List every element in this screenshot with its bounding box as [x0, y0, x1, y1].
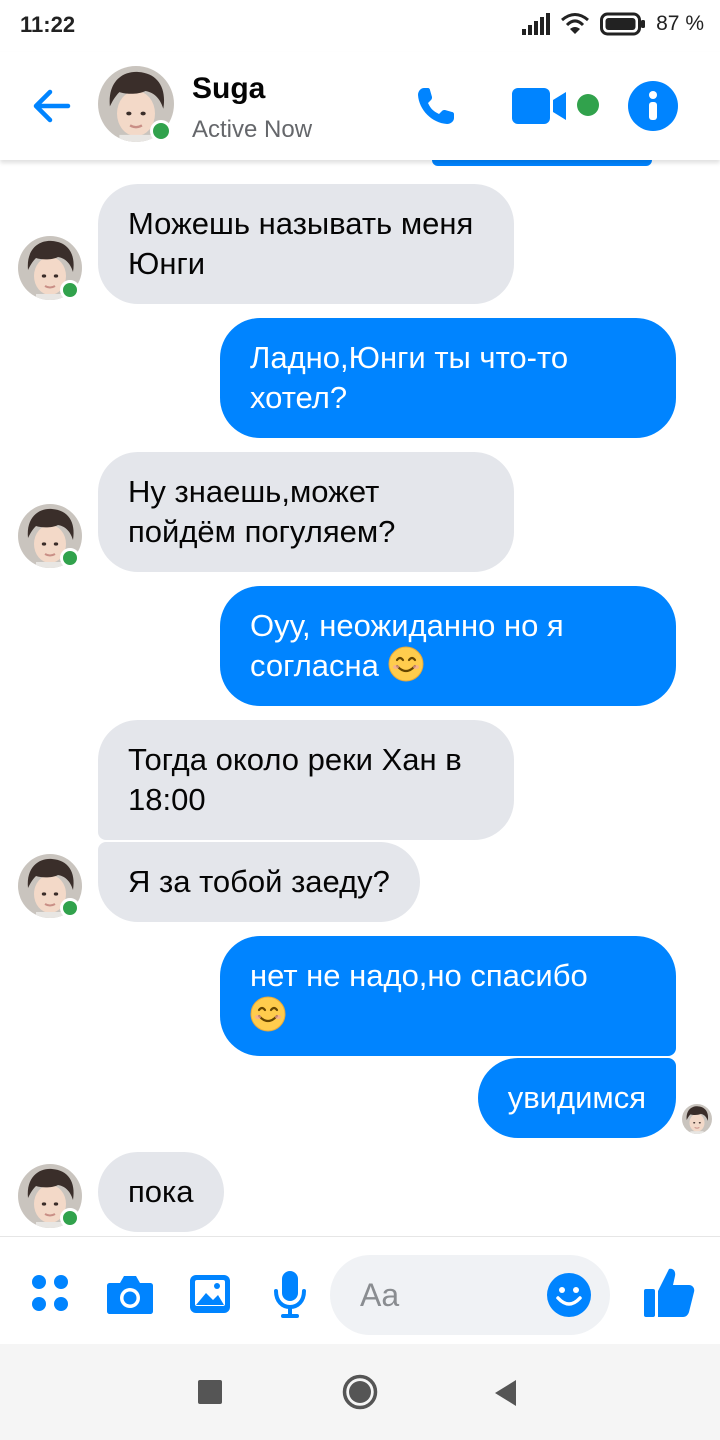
status-time: 11:22 [20, 12, 76, 37]
smiling-face-emoji [250, 996, 286, 1032]
message-input[interactable]: Aa [330, 1255, 610, 1335]
outgoing-message[interactable]: Оуу, неожиданно но я согласна [220, 586, 676, 706]
online-indicator [60, 898, 80, 918]
phone-icon[interactable] [412, 82, 460, 130]
back-triangle-icon[interactable] [494, 1380, 518, 1406]
gallery-icon[interactable] [188, 1273, 232, 1315]
home-circle-icon[interactable] [342, 1374, 378, 1410]
message-text: нет не надо,но спасибо [250, 958, 588, 993]
status-icons: 87 % [522, 12, 704, 36]
info-icon[interactable] [628, 81, 678, 131]
incoming-message[interactable]: Я за тобой заеду? [98, 842, 420, 922]
incoming-message[interactable]: Можешь называть меня Юнги [98, 184, 514, 304]
incoming-message[interactable]: Ну знаешь,может пойдём погуляем? [98, 452, 514, 572]
outgoing-message[interactable]: Ладно,Юнги ты что-то хотел? [220, 318, 676, 438]
message-text: Я за тобой заеду? [128, 864, 390, 899]
conversation-header: Suga Active Now [0, 52, 720, 160]
battery-percentage: 87 % [656, 12, 704, 35]
status-bar: 11:22 87 % [0, 0, 720, 52]
video-active-dot [577, 94, 599, 116]
video-camera-icon[interactable] [510, 84, 570, 128]
read-receipt-avatar [682, 1104, 712, 1134]
back-arrow-icon[interactable] [28, 82, 76, 130]
message-thread[interactable]: Можешь называть меня Юнги Ладно,Юнги ты … [0, 160, 720, 1236]
battery-icon [600, 12, 646, 36]
message-text: пока [128, 1174, 194, 1209]
apps-grid-icon[interactable] [30, 1273, 70, 1313]
online-indicator [60, 548, 80, 568]
input-placeholder: Aa [360, 1277, 400, 1313]
recents-square-icon[interactable] [198, 1380, 222, 1404]
outgoing-message[interactable]: увидимся [477, 1058, 676, 1138]
message-composer: Aa [0, 1236, 720, 1344]
camera-icon[interactable] [106, 1273, 154, 1315]
signal-icon [522, 13, 551, 35]
outgoing-message[interactable]: нет не надо,но спасибо [220, 936, 676, 1056]
online-indicator [150, 120, 172, 142]
online-indicator [60, 280, 80, 300]
incoming-message[interactable]: пока [98, 1152, 224, 1232]
online-indicator [60, 1208, 80, 1228]
message-text: Ладно,Юнги ты что-то хотел? [250, 340, 569, 415]
emoji-icon[interactable] [546, 1272, 592, 1318]
thumbs-up-icon[interactable] [642, 1265, 696, 1319]
message-text: Тогда около реки Хан в 18:00 [128, 742, 462, 817]
message-text: Ну знаешь,может пойдём погуляем? [128, 474, 396, 549]
smiling-face-emoji [388, 646, 424, 682]
contact-status: Active Now [192, 116, 313, 143]
message-text: увидимся [507, 1080, 646, 1115]
message-text: Можешь называть меня Юнги [128, 206, 474, 281]
microphone-icon[interactable] [272, 1269, 308, 1319]
wifi-icon [561, 13, 590, 34]
contact-name[interactable]: Suga [192, 72, 265, 106]
incoming-message[interactable]: Тогда около реки Хан в 18:00 [98, 720, 514, 840]
system-navigation-bar [0, 1344, 720, 1440]
previous-message-edge [432, 160, 652, 166]
